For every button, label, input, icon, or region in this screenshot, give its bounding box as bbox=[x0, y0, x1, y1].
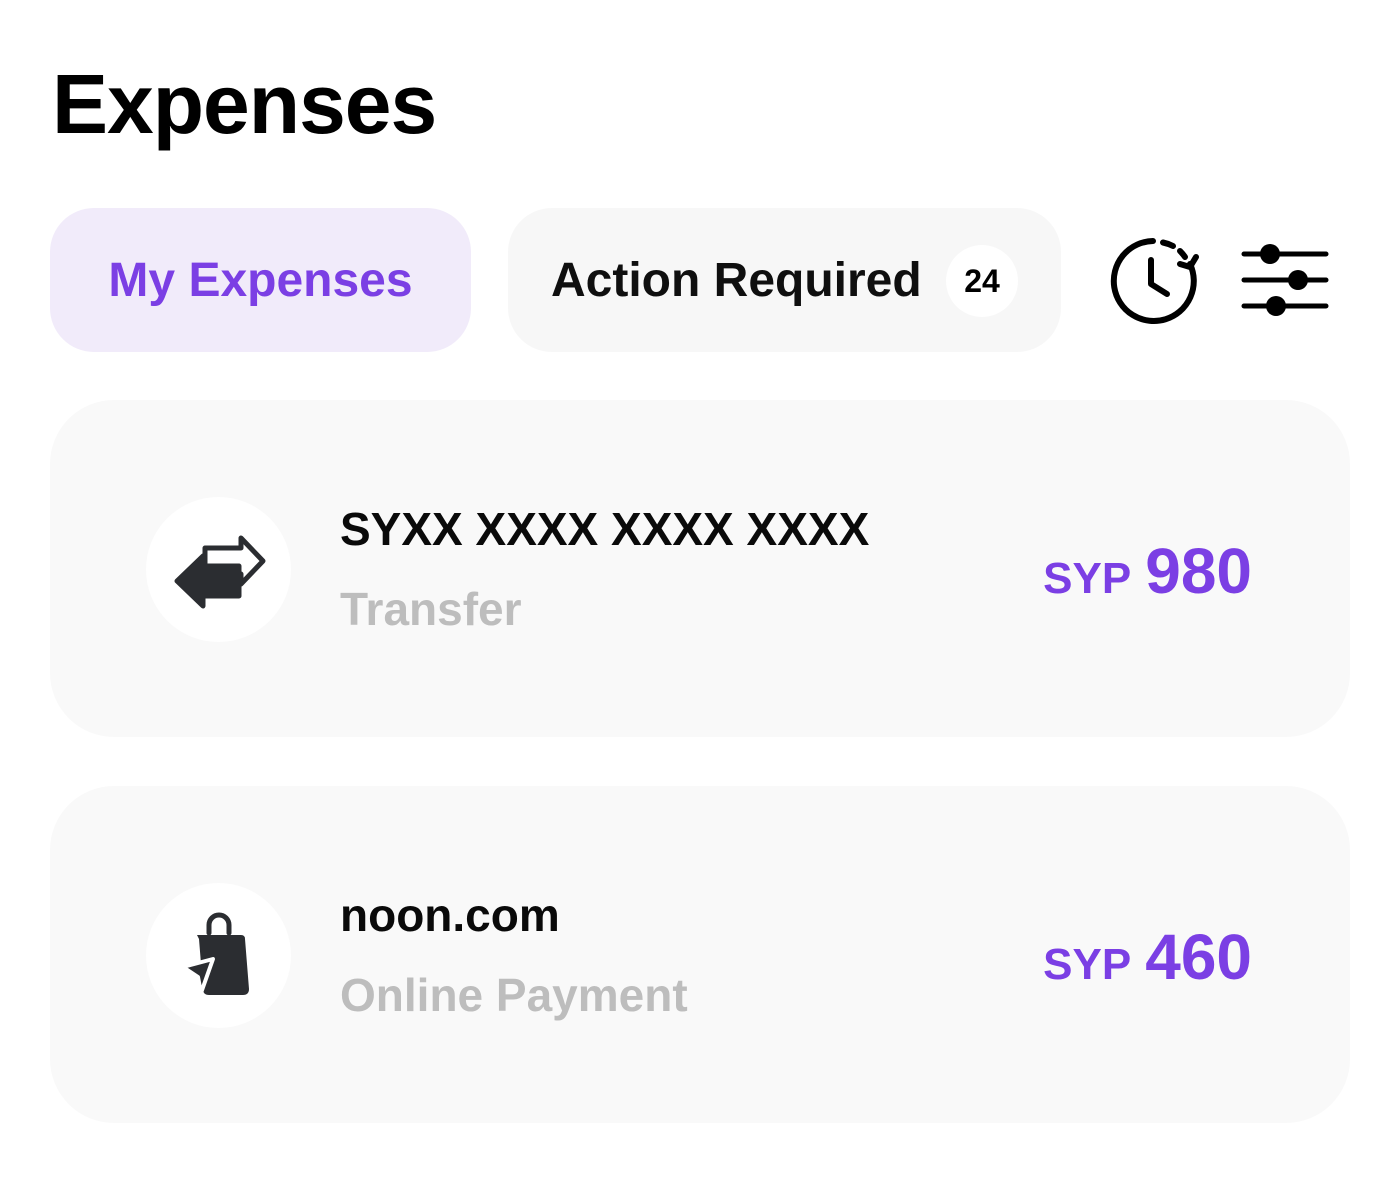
history-button[interactable] bbox=[1106, 234, 1200, 328]
expense-title: SYXX XXXX XXXX XXXX bbox=[340, 503, 870, 555]
clock-history-icon bbox=[1110, 238, 1199, 324]
expense-type: Online Payment bbox=[340, 969, 688, 1021]
page-title: Expenses bbox=[52, 57, 437, 151]
tab-action-required-label: Action Required bbox=[551, 253, 922, 307]
expense-card[interactable]: SYXX XXXX XXXX XXXX Transfer SYP 980 bbox=[50, 400, 1350, 737]
expense-icon-circle bbox=[146, 497, 291, 642]
tab-action-required[interactable]: Action Required 24 bbox=[508, 208, 1061, 352]
shopping-bag-icon bbox=[180, 912, 249, 995]
action-required-count-badge: 24 bbox=[946, 245, 1018, 317]
tab-my-expenses[interactable]: My Expenses bbox=[50, 208, 471, 352]
tab-my-expenses-label: My Expenses bbox=[108, 253, 413, 307]
expense-amount: SYP 980 bbox=[1043, 534, 1252, 608]
expense-amount: SYP 460 bbox=[1043, 920, 1252, 994]
amount-currency: SYP bbox=[1043, 940, 1132, 989]
expense-card[interactable]: noon.com Online Payment SYP 460 bbox=[50, 786, 1350, 1123]
expense-type: Transfer bbox=[340, 583, 522, 635]
filter-button[interactable] bbox=[1240, 240, 1330, 320]
expense-title: noon.com bbox=[340, 889, 560, 941]
amount-value: 460 bbox=[1145, 921, 1252, 993]
sliders-filter-icon bbox=[1241, 244, 1329, 316]
amount-value: 980 bbox=[1145, 535, 1252, 607]
amount-currency: SYP bbox=[1043, 554, 1132, 603]
expense-icon-circle bbox=[146, 883, 291, 1028]
transfer-arrows-icon bbox=[174, 535, 265, 608]
